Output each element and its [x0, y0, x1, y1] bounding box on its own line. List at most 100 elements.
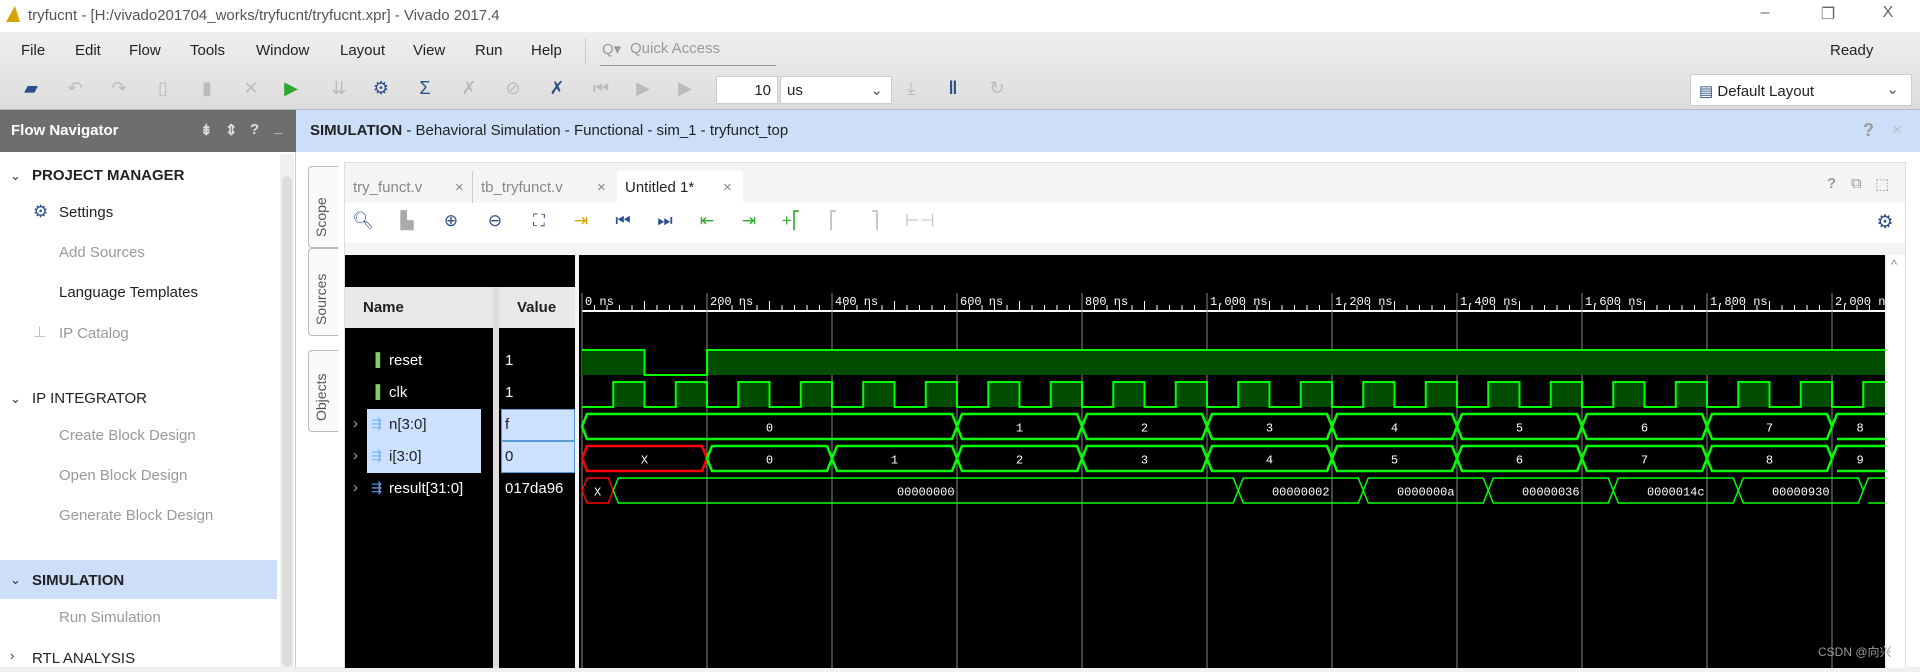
run-time-unit-select[interactable]: us ⌄	[780, 76, 892, 104]
settings-gear-icon[interactable]: ⚙	[1873, 211, 1897, 234]
restore-button[interactable]: ❐	[1808, 4, 1848, 24]
layout-select[interactable]: ▤ Default Layout ⌄	[1690, 74, 1912, 106]
nav-settings[interactable]: Settings	[59, 204, 113, 221]
relaunch-icon[interactable]: ↻	[984, 78, 1010, 102]
menu-window[interactable]: Window	[256, 42, 309, 59]
signal-row[interactable]: › ⇶ result[31:0] 017da96	[345, 473, 575, 505]
menu-flow[interactable]: Flow	[129, 42, 161, 59]
tab-try-funct[interactable]: try_funct.v ×	[345, 171, 473, 203]
tab-untitled-1[interactable]: Untitled 1* ×	[617, 171, 743, 203]
go-to-cursor-icon[interactable]: ⇥	[569, 211, 593, 231]
menu-help[interactable]: Help	[531, 42, 562, 59]
nav-create-block-design[interactable]: Create Block Design	[59, 427, 196, 444]
paste-icon[interactable]: ▮	[194, 78, 220, 102]
section-ip-integrator[interactable]: IP INTEGRATOR	[32, 390, 147, 407]
close-icon[interactable]: ×	[455, 179, 464, 196]
column-header-name[interactable]: Name	[345, 287, 493, 328]
zoom-in-icon[interactable]: ⊕	[439, 211, 463, 231]
edit-icon[interactable]: ⊘	[500, 78, 526, 102]
help-icon[interactable]: ?	[250, 121, 259, 138]
breakpoint-icon[interactable]: ✗	[544, 78, 570, 102]
help-icon[interactable]: ?	[1827, 175, 1836, 192]
zoom-fit-icon[interactable]: ⛶	[527, 211, 551, 231]
signal-row[interactable]: › ⇶ n[3:0] f	[345, 409, 575, 441]
restore-icon[interactable]: ⧉	[1851, 175, 1862, 192]
signal-row[interactable]: ▐ reset 1	[345, 345, 575, 377]
run-time-input[interactable]: 10	[716, 76, 778, 104]
scrollbar[interactable]	[280, 154, 294, 667]
expand-chevron-icon[interactable]: ›	[353, 447, 358, 464]
save-icon[interactable]: ▙	[395, 211, 419, 231]
next-transition-icon[interactable]: ⇥	[737, 211, 761, 231]
reset-icon[interactable]: ✗	[456, 78, 482, 102]
nav-run-simulation[interactable]: Run Simulation	[59, 609, 161, 626]
waveform-scrollbar[interactable]: ^	[1887, 255, 1905, 668]
menu-edit[interactable]: Edit	[75, 42, 101, 59]
menu-run[interactable]: Run	[475, 42, 503, 59]
run-all-icon[interactable]: ▶	[630, 78, 656, 102]
zoom-out-icon[interactable]: ⊖	[483, 211, 507, 231]
close-icon[interactable]: ×	[1892, 120, 1902, 140]
side-tab-sources[interactable]: Sources	[308, 248, 338, 336]
chevron-down-icon[interactable]: ⌄	[10, 168, 21, 184]
side-tab-scope[interactable]: Scope	[308, 166, 338, 248]
close-icon[interactable]: ×	[597, 179, 606, 196]
close-icon[interactable]: ×	[723, 179, 732, 196]
minimize-icon[interactable]: _	[274, 119, 282, 136]
menu-view[interactable]: View	[413, 42, 445, 59]
program-icon[interactable]: ⇊	[326, 78, 352, 102]
copy-icon[interactable]: ▯	[150, 78, 176, 102]
chevron-down-icon[interactable]: ⌄	[10, 391, 21, 407]
column-header-value[interactable]: Value	[499, 287, 575, 328]
scroll-up-icon[interactable]: ^	[1891, 257, 1897, 272]
signal-row[interactable]: ▐ clk 1	[345, 377, 575, 409]
nav-ip-catalog[interactable]: IP Catalog	[59, 325, 129, 342]
scrollbar-thumb[interactable]	[282, 176, 292, 667]
swap-cursors-icon[interactable]: ⊢⊣	[905, 211, 935, 231]
signal-row[interactable]: › ⇶ i[3:0] 0	[345, 441, 575, 473]
float-icon[interactable]: ⬚	[1875, 175, 1889, 193]
step-icon[interactable]: ⤓	[898, 78, 924, 102]
run-for-icon[interactable]: ▶	[672, 78, 698, 102]
report-sigma-icon[interactable]: Σ	[412, 78, 438, 102]
minimize-button[interactable]: –	[1745, 4, 1785, 22]
section-project-manager[interactable]: PROJECT MANAGER	[32, 167, 185, 184]
collapse-all-icon[interactable]: ⇟	[200, 121, 213, 139]
go-to-end-icon[interactable]: ⏭	[653, 211, 677, 231]
nav-language-templates[interactable]: Language Templates	[59, 284, 198, 301]
settings-gear-icon[interactable]: ⚙	[368, 78, 394, 102]
nav-add-sources[interactable]: Add Sources	[59, 244, 145, 261]
nav-generate-block-design[interactable]: Generate Block Design	[59, 507, 213, 524]
previous-marker-icon[interactable]: ⎡	[821, 211, 845, 231]
next-marker-icon[interactable]: ⎤	[863, 211, 887, 231]
go-to-start-icon[interactable]: ⏮	[611, 211, 635, 231]
run-icon[interactable]: ▶	[278, 78, 304, 102]
expand-chevron-icon[interactable]: ›	[353, 415, 358, 432]
open-folder-icon[interactable]: ▰	[18, 78, 44, 102]
waveform-view[interactable]: 0 ns 200 ns 400 ns 600 ns 800 ns 1,000 ns 1,20…	[579, 255, 1893, 668]
add-marker-icon[interactable]: +⎡	[779, 211, 803, 231]
pause-icon[interactable]: ‖	[940, 78, 966, 102]
close-button[interactable]: X	[1868, 4, 1908, 22]
side-tab-objects[interactable]: Objects	[308, 350, 338, 432]
menu-tools[interactable]: Tools	[190, 42, 225, 59]
section-rtl-analysis[interactable]: RTL ANALYSIS	[32, 650, 135, 667]
chevron-right-icon[interactable]: ›	[10, 648, 14, 663]
redo-icon[interactable]: ↷	[106, 78, 132, 102]
delete-icon[interactable]: ✕	[238, 78, 264, 102]
menu-layout[interactable]: Layout	[340, 42, 385, 59]
previous-transition-icon[interactable]: ⇤	[695, 211, 719, 231]
waveform-canvas[interactable]: 0 ns 200 ns 400 ns 600 ns 800 ns 1,000 ns 1,20…	[579, 255, 1893, 668]
expand-chevron-icon[interactable]: ›	[353, 479, 358, 496]
restart-icon[interactable]: ⏮	[588, 78, 614, 102]
quick-access-input[interactable]: Q▾ Quick Access	[600, 36, 776, 66]
section-simulation[interactable]: SIMULATION	[32, 572, 124, 589]
tab-tb-tryfunct[interactable]: tb_tryfunct.v ×	[475, 171, 615, 203]
search-icon[interactable]: 🔍︎	[351, 211, 375, 231]
undo-icon[interactable]: ↶	[62, 78, 88, 102]
chevron-down-icon[interactable]: ⌄	[10, 572, 21, 588]
nav-open-block-design[interactable]: Open Block Design	[59, 467, 187, 484]
menu-file[interactable]: File	[21, 42, 45, 59]
help-icon[interactable]: ?	[1863, 120, 1874, 141]
expand-icon[interactable]: ⇕	[225, 121, 238, 139]
